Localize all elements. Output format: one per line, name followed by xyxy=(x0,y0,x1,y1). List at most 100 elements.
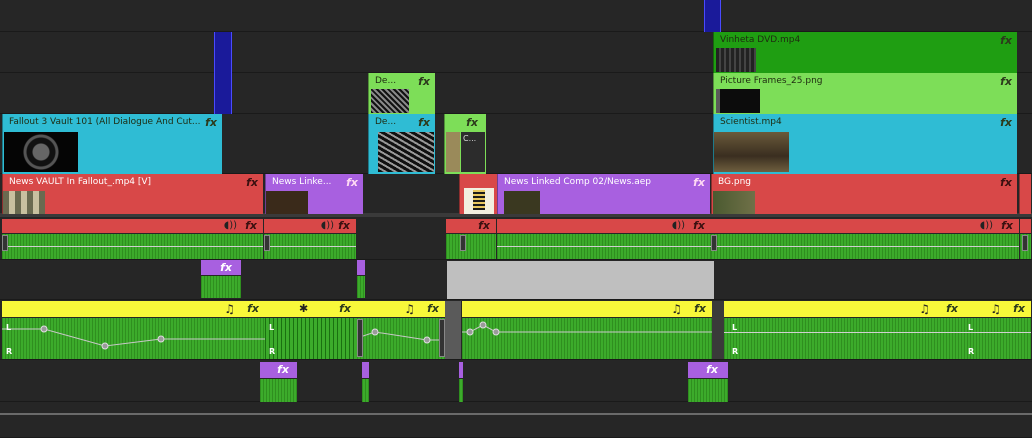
volume-keyframe-line[interactable] xyxy=(357,318,445,359)
audio-clip-music-5[interactable]: ♫ fx L R xyxy=(964,301,1031,359)
audio-clip-bar xyxy=(459,362,463,378)
fx-badge[interactable]: fx xyxy=(277,363,289,376)
video-track-6[interactable] xyxy=(0,0,1032,32)
clip-vinheta-dvd[interactable]: Vinheta DVD.mp4 fx xyxy=(713,32,1017,73)
fx-badge[interactable]: fx xyxy=(418,116,430,129)
audio-clip-bar xyxy=(357,260,365,275)
clip-news-linked-short[interactable]: News Linke... fx xyxy=(265,174,363,214)
fx-badge[interactable]: fx xyxy=(1013,302,1025,315)
audio-clip-purple-thin[interactable] xyxy=(357,260,365,298)
clip-de-mid[interactable]: De... fx xyxy=(368,114,435,174)
gray-placeholder-clip[interactable] xyxy=(447,261,714,299)
clip-news-linked-comp[interactable]: News Linked Comp 02/News.aep fx xyxy=(497,174,710,214)
volume-line[interactable] xyxy=(724,332,964,333)
fx-badge[interactable]: fx xyxy=(1000,75,1012,88)
speaker-icon: ◖)) xyxy=(979,220,993,231)
keyframe-handle[interactable] xyxy=(711,235,717,251)
fx-badge[interactable]: fx xyxy=(1000,34,1012,47)
keyframe-handle[interactable] xyxy=(1022,235,1028,251)
fx-badge[interactable]: fx xyxy=(706,363,718,376)
audio-clip-news-linked-comp[interactable]: ◖)) fx xyxy=(497,219,711,259)
audio-waveform xyxy=(446,234,496,259)
fx-badge[interactable]: fx xyxy=(466,116,478,129)
fx-badge[interactable]: fx xyxy=(427,302,439,315)
left-channel-label: L xyxy=(968,323,974,332)
fx-badge[interactable]: fx xyxy=(693,176,705,189)
audio-clip-purple-thin[interactable] xyxy=(459,362,463,402)
fx-badge[interactable]: fx xyxy=(418,75,430,88)
fx-badge[interactable]: fx xyxy=(247,302,259,315)
audio-clip-news-vault[interactable]: ◖)) fx xyxy=(2,219,263,259)
audio-clip-purple[interactable]: fx xyxy=(260,362,297,402)
keyframe-handle[interactable] xyxy=(460,235,466,251)
clip-bg[interactable]: BG.png fx xyxy=(711,174,1017,214)
speaker-icon: ◖)) xyxy=(671,220,685,231)
fx-badge[interactable]: fx xyxy=(246,176,258,189)
speaker-icon: ◖)) xyxy=(223,220,237,231)
clip-scientist[interactable]: Scientist.mp4 fx xyxy=(713,114,1017,174)
clip-news-vault[interactable]: News VAULT In Fallout_.mp4 [V] fx xyxy=(2,174,263,214)
fx-badge[interactable]: fx xyxy=(946,302,958,315)
clip-fallout3-vault[interactable]: Fallout 3 Vault 101 (All Dialogue And Cu… xyxy=(2,114,222,174)
fx-badge[interactable]: fx xyxy=(205,116,217,129)
audio-clip-news-linked[interactable]: ◖)) fx xyxy=(264,219,356,259)
volume-keyframe-line[interactable] xyxy=(2,318,265,359)
music-note-icon: ♫ xyxy=(990,302,1001,316)
clip-thumbnail xyxy=(716,89,760,113)
keyframe-handle[interactable] xyxy=(264,235,270,251)
fx-badge[interactable]: fx xyxy=(245,219,257,232)
fx-badge[interactable]: fx xyxy=(1000,116,1012,129)
audio-clip-purple-thin[interactable] xyxy=(362,362,369,402)
audio-track-4[interactable] xyxy=(0,360,1032,402)
fx-badge[interactable]: fx xyxy=(1001,219,1013,232)
clip-label: News Linke... xyxy=(272,177,332,187)
fx-badge[interactable]: fx xyxy=(338,219,350,232)
clip-de-top[interactable]: De... fx xyxy=(368,73,435,114)
audio-clip-music-2[interactable]: ♫ fx xyxy=(357,301,445,359)
audio-clip-small[interactable]: fx xyxy=(446,219,496,259)
audio-waveform xyxy=(459,379,463,402)
clip-label: C... xyxy=(463,134,477,143)
clip-picture-frames[interactable]: Picture Frames_25.png fx xyxy=(713,73,1017,114)
volume-line[interactable] xyxy=(964,332,1031,333)
right-channel-label: R xyxy=(968,347,975,356)
audio-clip-music-4[interactable]: ♫ fx L R xyxy=(724,301,964,359)
keyframe-handle[interactable] xyxy=(2,235,8,251)
right-channel-label: R xyxy=(269,347,276,356)
clip-thumbnail: C... xyxy=(461,132,485,172)
clip-label: Picture Frames_25.png xyxy=(720,76,823,86)
audio-track-5[interactable] xyxy=(0,402,1032,438)
clip-red-small[interactable] xyxy=(459,174,497,214)
marker[interactable] xyxy=(214,32,232,114)
clip-thumbnail xyxy=(446,132,460,172)
left-channel-label: L xyxy=(6,323,12,332)
audio-clip-music-3[interactable]: ♫ fx xyxy=(462,301,712,359)
clip-red-edge[interactable] xyxy=(1019,174,1031,214)
audio-clip-music-1[interactable]: ♫ fx L R xyxy=(2,301,265,359)
fx-badge[interactable]: fx xyxy=(346,176,358,189)
audio-clip-bg[interactable]: ◖)) fx xyxy=(711,219,1019,259)
clip-thumbnail xyxy=(378,132,434,172)
timeline-panel: Vinheta DVD.mp4 fx Picture Frames_25.png… xyxy=(0,0,1032,438)
clip-thumbnail xyxy=(4,132,78,172)
audio-clip-sfx[interactable]: ✱ fx L R xyxy=(265,301,357,359)
fx-badge[interactable]: fx xyxy=(220,261,232,274)
music-note-icon: ♫ xyxy=(671,302,682,316)
marker[interactable] xyxy=(704,0,721,32)
fx-badge[interactable]: fx xyxy=(693,219,705,232)
audio-waveform xyxy=(357,276,365,298)
audio-clip-purple[interactable]: fx xyxy=(688,362,728,402)
fx-badge[interactable]: fx xyxy=(694,302,706,315)
clip-thumbnail-figure xyxy=(473,190,485,210)
left-channel-label: L xyxy=(732,323,738,332)
fx-badge[interactable]: fx xyxy=(1000,176,1012,189)
audio-clip-edge[interactable] xyxy=(1020,219,1031,259)
star-icon: ✱ xyxy=(299,302,309,315)
audio-clip-purple[interactable]: fx xyxy=(201,260,241,298)
volume-keyframe-line[interactable] xyxy=(462,318,712,359)
clip-label: De... xyxy=(375,117,397,127)
clip-c-small[interactable]: fx C... xyxy=(444,114,486,174)
fx-badge[interactable]: fx xyxy=(478,219,490,232)
fx-badge[interactable]: fx xyxy=(339,302,351,315)
keyframe-handle[interactable] xyxy=(357,319,363,357)
